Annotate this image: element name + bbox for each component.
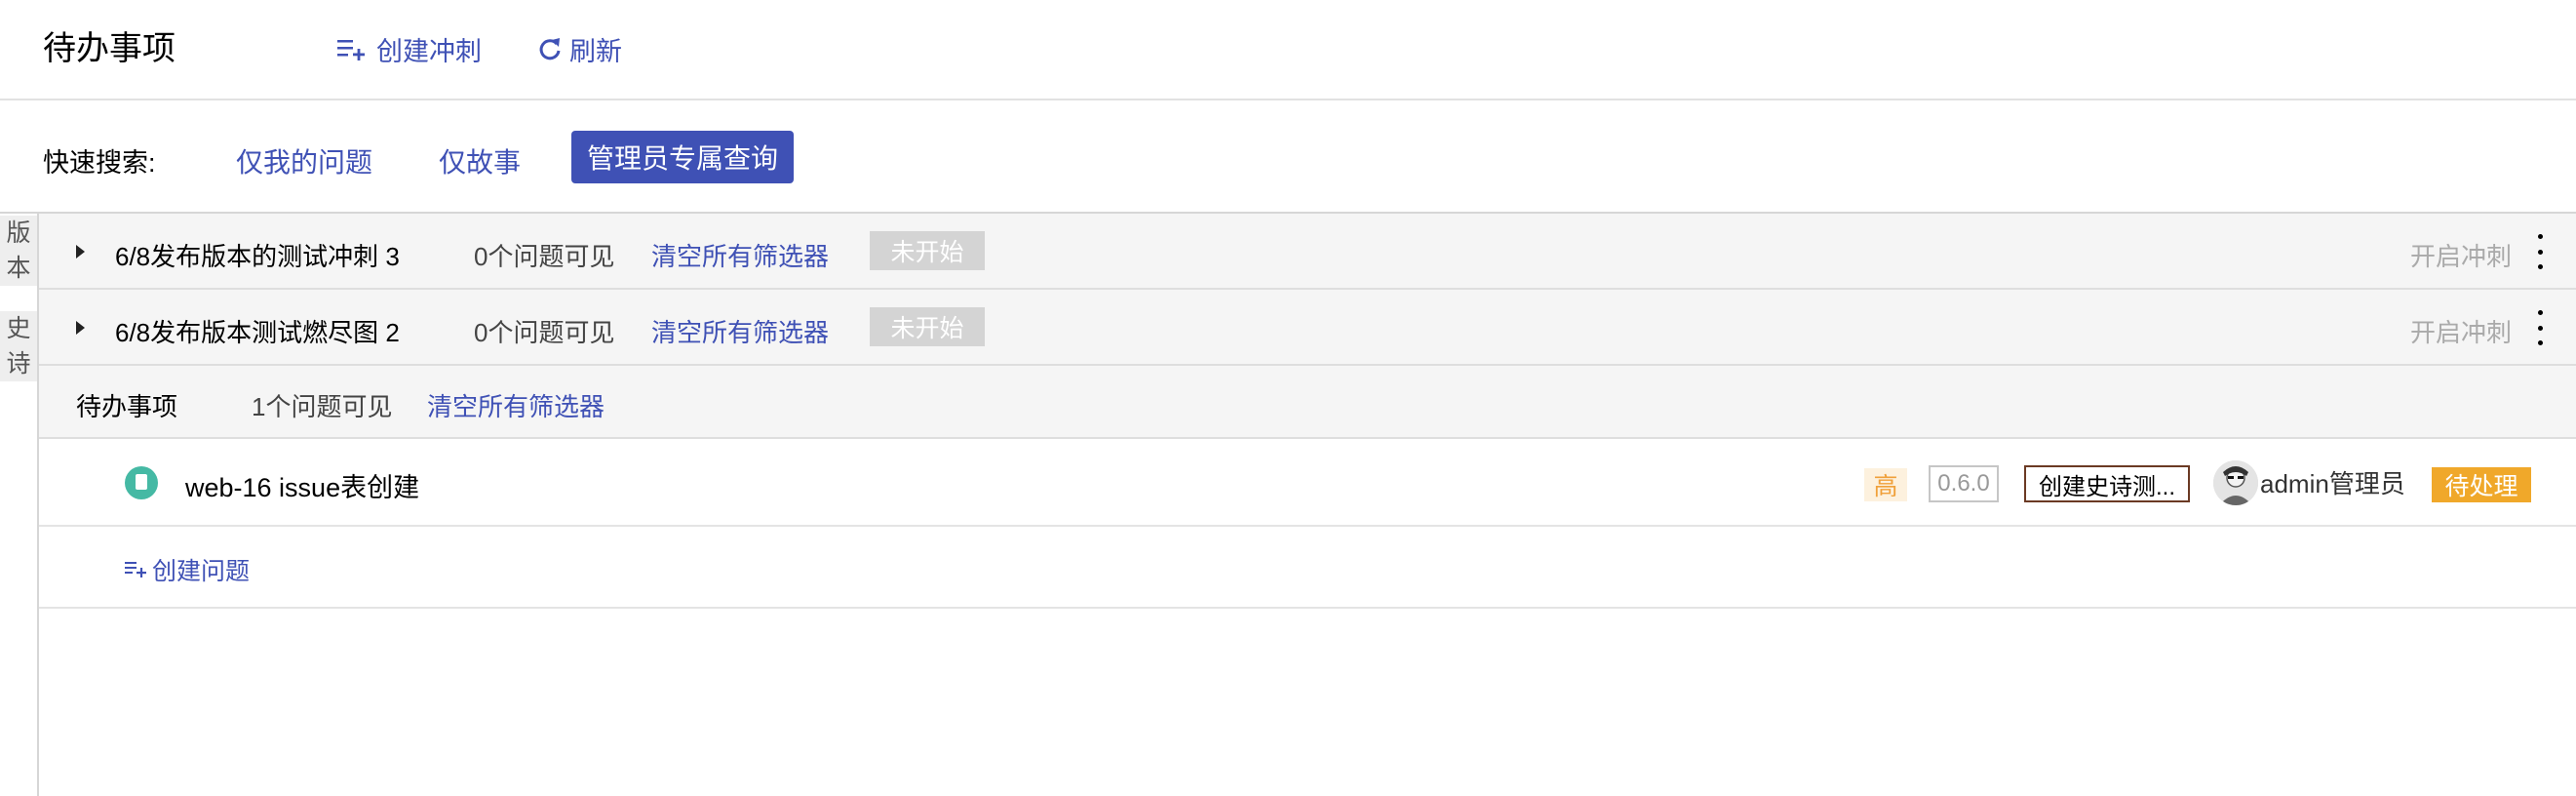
- refresh-label: 刷新: [569, 36, 622, 66]
- backlog-title: 待办事项: [76, 392, 178, 421]
- issue-row[interactable]: [39, 439, 2576, 527]
- version-tag: 0.6.0: [1929, 465, 1999, 502]
- quick-search-bar: [0, 100, 2576, 214]
- quick-search-label: 快速搜索:: [43, 148, 156, 178]
- sprint-issue-count: 0个问题可见: [474, 242, 615, 271]
- clear-filters-link[interactable]: 清空所有筛选器: [651, 237, 829, 273]
- backlog-header-row: [39, 366, 2576, 439]
- side-tab-version-char2: 本: [6, 255, 31, 282]
- add-list-icon: [125, 556, 148, 584]
- side-tab-version[interactable]: 版 本: [0, 216, 37, 286]
- create-sprint-label: 创建冲刺: [376, 36, 482, 66]
- assignee-name: admin管理员: [2260, 469, 2405, 498]
- epic-tag[interactable]: 创建史诗测...: [2024, 465, 2190, 502]
- create-sprint-button[interactable]: 创建冲刺: [337, 31, 482, 66]
- refresh-icon: [538, 36, 562, 61]
- sprint-row[interactable]: [39, 290, 2576, 366]
- filter-stories-only[interactable]: 仅故事: [439, 141, 521, 180]
- expand-caret-icon[interactable]: [76, 245, 85, 259]
- filter-admin-query[interactable]: 管理员专属查询: [571, 131, 794, 183]
- side-tab-strip: [0, 214, 39, 796]
- create-issue-button[interactable]: 创建问题: [125, 552, 250, 587]
- backlog-issue-count: 1个问题可见: [252, 392, 393, 421]
- more-vert-icon[interactable]: [2535, 234, 2545, 269]
- create-issue-label: 创建问题: [152, 558, 251, 585]
- start-sprint-button[interactable]: 开启冲刺: [2410, 313, 2512, 349]
- sprint-name: 6/8发布版本测试燃尽图 2: [115, 318, 400, 347]
- refresh-button[interactable]: 刷新: [538, 31, 622, 66]
- page-title: 待办事项: [43, 30, 176, 67]
- sprint-status-badge: 未开始: [870, 231, 985, 270]
- side-tab-epic-char2: 诗: [6, 350, 31, 378]
- more-vert-icon[interactable]: [2535, 310, 2545, 345]
- sprint-status-badge: 未开始: [870, 307, 985, 346]
- sprint-name: 6/8发布版本的测试冲刺 3: [115, 242, 400, 271]
- sprint-issue-count: 0个问题可见: [474, 318, 615, 347]
- clear-filters-link[interactable]: 清空所有筛选器: [427, 387, 605, 423]
- side-tab-epic[interactable]: 史 诗: [0, 311, 37, 381]
- start-sprint-button[interactable]: 开启冲刺: [2410, 237, 2512, 273]
- avatar: [2213, 460, 2258, 505]
- story-icon: [125, 466, 158, 499]
- issue-summary[interactable]: web-16 issue表创建: [185, 466, 419, 504]
- issue-status-badge: 待处理: [2432, 467, 2531, 502]
- sprint-row[interactable]: [39, 214, 2576, 290]
- side-tab-version-char1: 版: [6, 219, 31, 247]
- add-list-icon: [337, 37, 369, 60]
- clear-filters-link[interactable]: 清空所有筛选器: [651, 313, 829, 349]
- create-issue-row: [39, 527, 2576, 609]
- expand-caret-icon[interactable]: [76, 321, 85, 335]
- side-tab-epic-char1: 史: [6, 315, 31, 342]
- priority-badge: 高: [1864, 468, 1907, 501]
- filter-my-issues[interactable]: 仅我的问题: [236, 141, 372, 180]
